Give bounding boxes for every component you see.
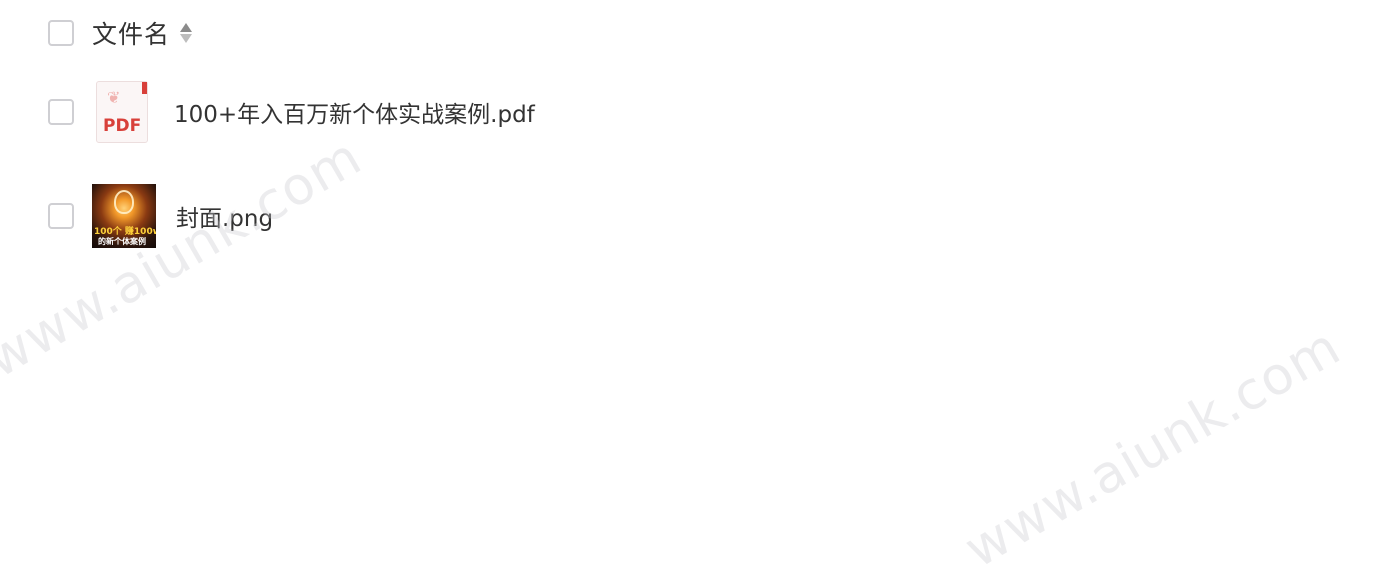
pdf-icon-label: PDF [103,116,142,136]
sort-icon[interactable] [180,21,193,45]
image-thumbnail: 100个 赚100w 的新个体案例 [92,184,156,248]
filename-column-header[interactable]: 文件名 [92,15,170,51]
file-row[interactable]: ❦ PDF 100+年入百万新个体实战案例.pdf [48,80,535,144]
pdf-fold-mark [142,82,147,94]
watermark: www.aiunk.com [0,126,372,390]
lightbulb-icon [114,190,134,214]
sort-up-icon [180,23,193,32]
watermark: www.aiunk.com [955,316,1351,580]
file-list-page: 文件名 ❦ PDF 100+年入百万新个体实战案例.pdf 100个 赚100w… [0,0,1384,588]
acrobat-icon: ❦ [107,88,121,107]
pdf-file-icon: ❦ PDF [96,81,148,143]
file-row[interactable]: 100个 赚100w 的新个体案例 封面.png [48,183,273,249]
file-list-header: 文件名 [48,14,193,52]
file-select-checkbox[interactable] [48,99,74,125]
select-all-checkbox[interactable] [48,20,74,46]
file-select-checkbox[interactable] [48,203,74,229]
thumbnail-text-line2: 的新个体案例 [98,237,146,246]
sort-down-icon [180,34,193,43]
file-name[interactable]: 100+年入百万新个体实战案例.pdf [174,95,535,129]
file-name[interactable]: 封面.png [176,199,273,233]
